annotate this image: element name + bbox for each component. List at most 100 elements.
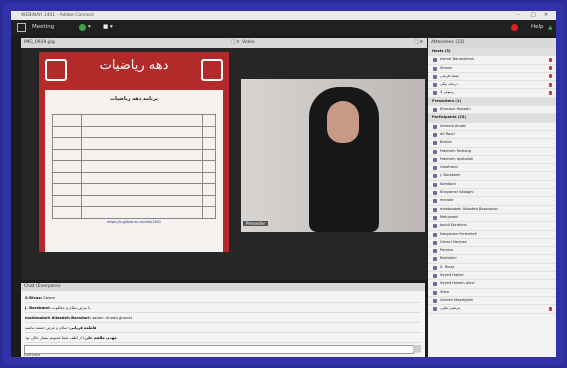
app-window: WEBINAR 1401 - Adobe Connect – □ ✕ Meeti…: [11, 11, 556, 357]
close-button[interactable]: ✕: [544, 11, 548, 20]
attendee-row[interactable]: S. Rivaz: [428, 264, 556, 273]
mic-icon: [549, 82, 552, 87]
emblem-icon: [201, 59, 223, 81]
attendee-group-participants[interactable]: Participants (23): [428, 114, 556, 123]
user-icon: [433, 91, 437, 96]
slide-title: دهه ریاضیات: [99, 58, 169, 73]
user-icon: [433, 265, 437, 270]
chat-message: فاطمه قربانی: سلام و عرض خسته نباشید: [25, 323, 421, 333]
attendee-row[interactable]: Rasheimi: [428, 255, 556, 264]
attendee-row[interactable]: J. Barakomi: [428, 172, 556, 181]
title-bar: WEBINAR 1401 - Adobe Connect – □ ✕: [11, 11, 556, 20]
chat-message: J. Barakami: با عرض سلام و خداقوت: [25, 303, 421, 313]
attendee-row[interactable]: Mahjavani: [428, 214, 556, 223]
program-link[interactable]: https://o.gilane.ac.ir/note/1401: [45, 220, 223, 224]
video-name-tag: Presenter: [243, 221, 269, 226]
mic-icon: [549, 66, 552, 71]
presenter-face: [327, 101, 359, 143]
chat-title: Chat (Everyone): [21, 283, 425, 291]
user-icon: [433, 108, 437, 113]
schedule-table: [51, 114, 217, 219]
user-icon: [433, 141, 437, 146]
attendee-group-presenters[interactable]: Presenters (1): [428, 97, 556, 107]
maximize-button[interactable]: □: [531, 11, 536, 20]
attendee-row[interactable]: Ashraf Bananikhah: [428, 56, 556, 65]
speaker-icon[interactable]: [79, 24, 86, 31]
audio-dropdown-icon[interactable]: ▾: [88, 20, 91, 35]
user-icon: [433, 257, 437, 262]
attendee-row[interactable]: Omani Nezhad: [428, 239, 556, 248]
program-title: برنامه دهه ریاضیات: [110, 96, 158, 102]
attendees-title: Attendees (23): [428, 38, 556, 48]
attendee-row[interactable]: Ahmadi Amaki: [428, 123, 556, 131]
attendee-row[interactable]: Bahira: [428, 139, 556, 148]
user-icon: [433, 207, 437, 212]
attendee-row[interactable]: Seyed Hajiee: [428, 272, 556, 281]
attendee-row[interactable]: Vista: [428, 289, 556, 297]
send-icon[interactable]: [413, 345, 421, 352]
user-icon: [433, 66, 437, 71]
attendee-row[interactable]: مرتضی ملایی: [428, 305, 556, 314]
share-pod-title: IMG_0929.jpg: [24, 40, 55, 45]
attendee-row[interactable]: Khosrovi Hossein: [428, 106, 556, 115]
attendee-row[interactable]: Khayamei Sabaghi: [428, 189, 556, 198]
attendee-row[interactable]: Shams: [428, 65, 556, 73]
user-icon: [433, 132, 437, 137]
university-seal-icon: [45, 59, 67, 81]
camera-icon[interactable]: ■ ▾: [103, 20, 113, 35]
user-icon: [433, 290, 437, 295]
attendee-row[interactable]: Parsian: [428, 247, 556, 256]
attendee-row[interactable]: Fatemeh Farhang: [428, 148, 556, 156]
chat-tab-everyone[interactable]: Everyone: [24, 353, 40, 357]
user-icon: [433, 274, 437, 279]
video-pod-header: Video ⛶ ≡: [239, 38, 427, 48]
user-icon: [433, 124, 437, 129]
attendee-row[interactable]: Seyed Hosein Alavi: [428, 280, 556, 289]
user-icon: [433, 240, 437, 245]
user-icon: [433, 307, 437, 312]
video-pod: Video ⛶ ≡ Presenter: [239, 38, 427, 280]
user-icon: [433, 157, 437, 162]
chat-input[interactable]: [24, 345, 414, 354]
video-fullscreen-icon[interactable]: ⛶ ≡: [415, 38, 423, 48]
user-icon: [433, 199, 437, 204]
attendee-row[interactable]: Ali Rouri: [428, 131, 556, 140]
attendee-row[interactable]: Nargesian Fereshteh: [428, 231, 556, 239]
help-menu[interactable]: Help: [531, 20, 544, 35]
share-pod: IMG_0929.jpg ⛶ ≡ دهه ریاضیات برنامه دهه …: [21, 38, 244, 280]
attendee-row[interactable]: Golafrand: [428, 164, 556, 173]
chat-pod: Chat (Everyone) S.Rivaz: Salam J. Baraka…: [21, 283, 425, 357]
slide-document: برنامه دهه ریاضیات https://o.gilane.ac.i…: [45, 90, 223, 252]
chat-message: S.Rivaz: Salam: [25, 293, 421, 303]
attendee-group-hosts[interactable]: Hosts (5): [428, 48, 556, 57]
attendees-pod: Attendees (23) Hosts (5) Ashraf Bananikh…: [428, 38, 556, 357]
mic-icon: [549, 57, 552, 62]
user-icon: [433, 232, 437, 237]
attendee-row[interactable]: mahboobeh Alizadeh Baradaran: [428, 206, 556, 214]
meeting-menu[interactable]: Meeting: [32, 20, 54, 35]
recording-icon: [511, 24, 518, 31]
attendee-row[interactable]: صماد قربانی: [428, 73, 556, 82]
attendee-row[interactable]: Kambohi: [428, 181, 556, 190]
adobe-connect-logo-icon: [17, 23, 26, 32]
attendee-row[interactable]: رسولی 3: [428, 89, 556, 98]
webcam-video: Presenter: [241, 79, 425, 232]
attendee-row[interactable]: mirzaie: [428, 197, 556, 206]
shared-slide: دهه ریاضیات برنامه دهه ریاضیات https://o…: [39, 52, 229, 252]
user-icon: [433, 83, 437, 88]
minimize-button[interactable]: –: [517, 11, 520, 20]
user-icon: [433, 182, 437, 187]
connection-signal-icon: ▲: [548, 24, 553, 31]
attendee-row[interactable]: Fatemeh Ayatollah: [428, 156, 556, 165]
user-icon: [433, 224, 437, 229]
user-icon: [433, 249, 437, 254]
share-pod-header: IMG_0929.jpg ⛶ ≡: [21, 38, 244, 48]
attendee-row[interactable]: دریاچه بیگی: [428, 81, 556, 90]
mic-icon: [549, 74, 552, 79]
attendee-row[interactable]: Javidi Ebrahimi: [428, 222, 556, 231]
attendee-row[interactable]: Zohreh Moazigheli: [428, 297, 556, 306]
user-icon: [433, 191, 437, 196]
user-icon: [433, 74, 437, 79]
user-icon: [433, 166, 437, 171]
chat-message: مهدی ملاهم علی: از لطف شما ممنونم بسیار …: [25, 333, 421, 343]
